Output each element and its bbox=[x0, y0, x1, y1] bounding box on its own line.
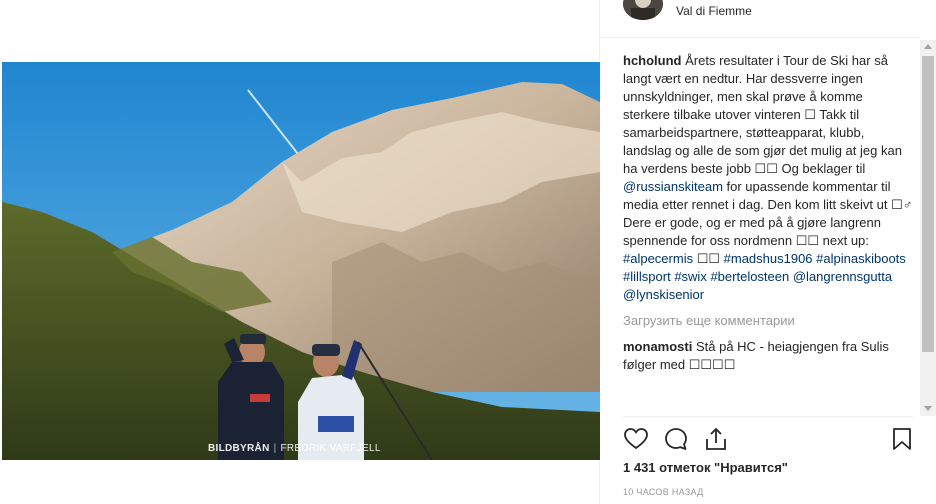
caption-username[interactable]: hcholund bbox=[623, 53, 682, 68]
hashtag-alpinaskiboots[interactable]: #alpinaskiboots bbox=[816, 251, 906, 266]
divider bbox=[623, 416, 913, 417]
caption-text-3: ☐☐ bbox=[693, 251, 724, 266]
scroll-up-arrow-icon[interactable] bbox=[924, 44, 932, 49]
post-timestamp[interactable]: 10 ЧАСОВ НАЗАД bbox=[623, 487, 704, 497]
bookmark-icon[interactable] bbox=[889, 426, 915, 452]
post-caption: hcholund Årets resultater i Tour de Ski … bbox=[623, 52, 913, 304]
load-more-comments-button[interactable]: Загрузить еще комментарии bbox=[623, 312, 913, 330]
mention-russianskiteam[interactable]: @russianskiteam bbox=[623, 179, 723, 194]
post-actions bbox=[623, 426, 913, 454]
hashtag-swix[interactable]: #swix bbox=[674, 269, 707, 284]
hashtag-alpecermis[interactable]: #alpecermis bbox=[623, 251, 693, 266]
avatar[interactable] bbox=[623, 0, 663, 20]
comment-item: monamosti Stå på HC - heiagjengen fra Su… bbox=[623, 338, 913, 374]
comments-list[interactable]: hcholund Årets resultater i Tour de Ski … bbox=[623, 52, 913, 416]
watermark-brand: BILDBYRÅN bbox=[208, 443, 270, 454]
likes-count[interactable]: 1 431 отметок "Нравится" bbox=[623, 460, 788, 475]
hashtag-madshus1906[interactable]: #madshus1906 bbox=[724, 251, 813, 266]
location-link[interactable]: Val di Fiemme bbox=[676, 4, 752, 18]
instagram-post-page: BILDBYRÅN | FREDRIK VARFJELL Val di Fiemme… bbox=[0, 0, 936, 504]
hashtag-bertelosteen[interactable]: #bertelosteen bbox=[710, 269, 789, 284]
watermark-credit: FREDRIK VARFJELL bbox=[280, 443, 381, 454]
post-side-panel: Val di Fiemme hcholund Årets resultater … bbox=[601, 0, 936, 504]
photo-watermark: BILDBYRÅN | FREDRIK VARFJELL bbox=[208, 443, 381, 454]
photo-column: BILDBYRÅN | FREDRIK VARFJELL bbox=[0, 0, 600, 504]
scroll-down-arrow-icon[interactable] bbox=[924, 406, 932, 411]
scrollbar-thumb[interactable] bbox=[922, 56, 934, 352]
post-header: Val di Fiemme bbox=[601, 0, 921, 38]
mention-langrennsgutta[interactable]: @langrennsgutta bbox=[793, 269, 892, 284]
mention-lynskisenior[interactable]: @lynskisenior bbox=[623, 287, 704, 302]
comment-username[interactable]: monamosti bbox=[623, 339, 692, 354]
comments-scrollbar[interactable] bbox=[920, 40, 936, 416]
heart-icon[interactable] bbox=[623, 426, 649, 452]
share-icon[interactable] bbox=[703, 426, 729, 452]
post-photo[interactable] bbox=[2, 62, 600, 460]
caption-text-1: Årets resultater i Tour de Ski har så la… bbox=[623, 53, 902, 176]
hashtag-lillsport[interactable]: #lillsport bbox=[623, 269, 671, 284]
comment-icon[interactable] bbox=[663, 426, 689, 452]
